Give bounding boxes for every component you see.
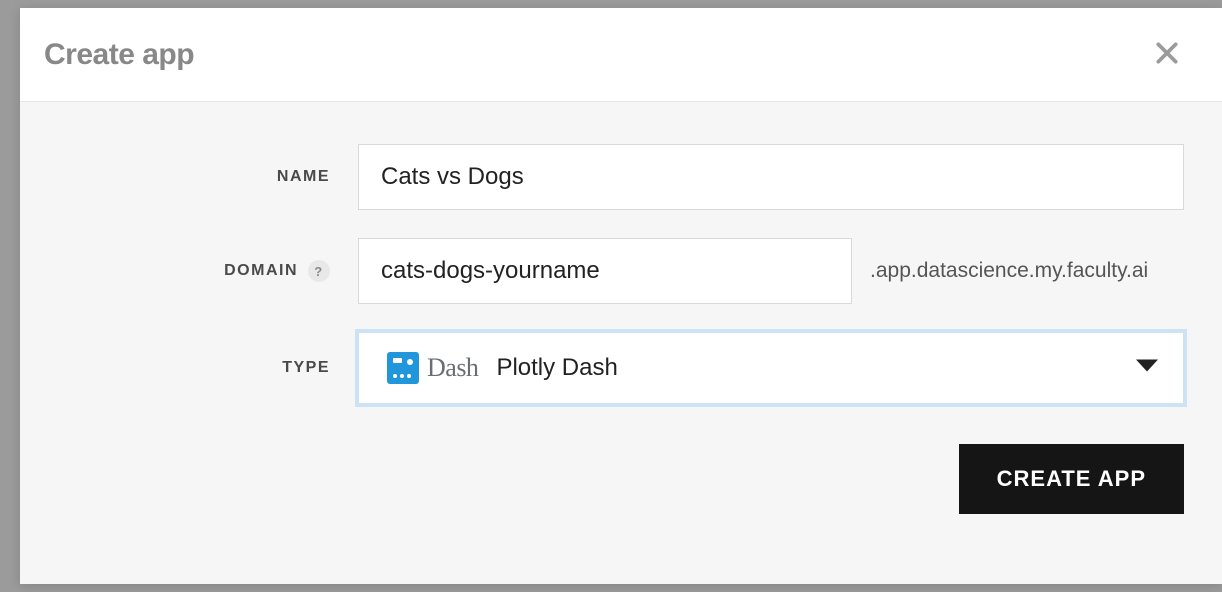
domain-label-text: DOMAIN (224, 262, 298, 280)
close-button[interactable] (1150, 36, 1184, 73)
type-select-wrap: Dash Plotly Dash (358, 332, 1184, 404)
help-icon[interactable]: ? (308, 260, 330, 282)
close-icon (1154, 40, 1180, 69)
name-input[interactable] (358, 144, 1184, 210)
name-label-text: NAME (277, 168, 330, 186)
form-row-type: TYPE Dash Plotly Dash (58, 332, 1184, 404)
type-selected-value: Plotly Dash (496, 354, 617, 382)
name-input-wrap (358, 144, 1184, 210)
type-label: TYPE (58, 359, 358, 377)
modal-body: NAME DOMAIN ? .app.datascience.my.facult… (20, 102, 1222, 584)
type-label-text: TYPE (282, 359, 330, 377)
dash-logo-icon (387, 352, 419, 384)
form-row-name: NAME (58, 144, 1184, 210)
dash-logo: Dash (387, 352, 478, 384)
domain-suffix: .app.datascience.my.faculty.ai (870, 259, 1148, 283)
domain-input-wrap: .app.datascience.my.faculty.ai (358, 238, 1184, 304)
create-app-modal: Create app NAME DOMAIN ? (20, 8, 1222, 584)
name-label: NAME (58, 168, 358, 186)
modal-title: Create app (44, 38, 194, 72)
form-row-domain: DOMAIN ? .app.datascience.my.faculty.ai (58, 238, 1184, 304)
domain-label: DOMAIN ? (58, 260, 358, 282)
create-app-button[interactable]: CREATE APP (959, 444, 1184, 514)
dash-wordmark: Dash (427, 353, 478, 383)
domain-input[interactable] (358, 238, 852, 304)
modal-footer: CREATE APP (58, 444, 1184, 514)
modal-header: Create app (20, 8, 1222, 102)
type-select[interactable]: Dash Plotly Dash (358, 332, 1184, 404)
